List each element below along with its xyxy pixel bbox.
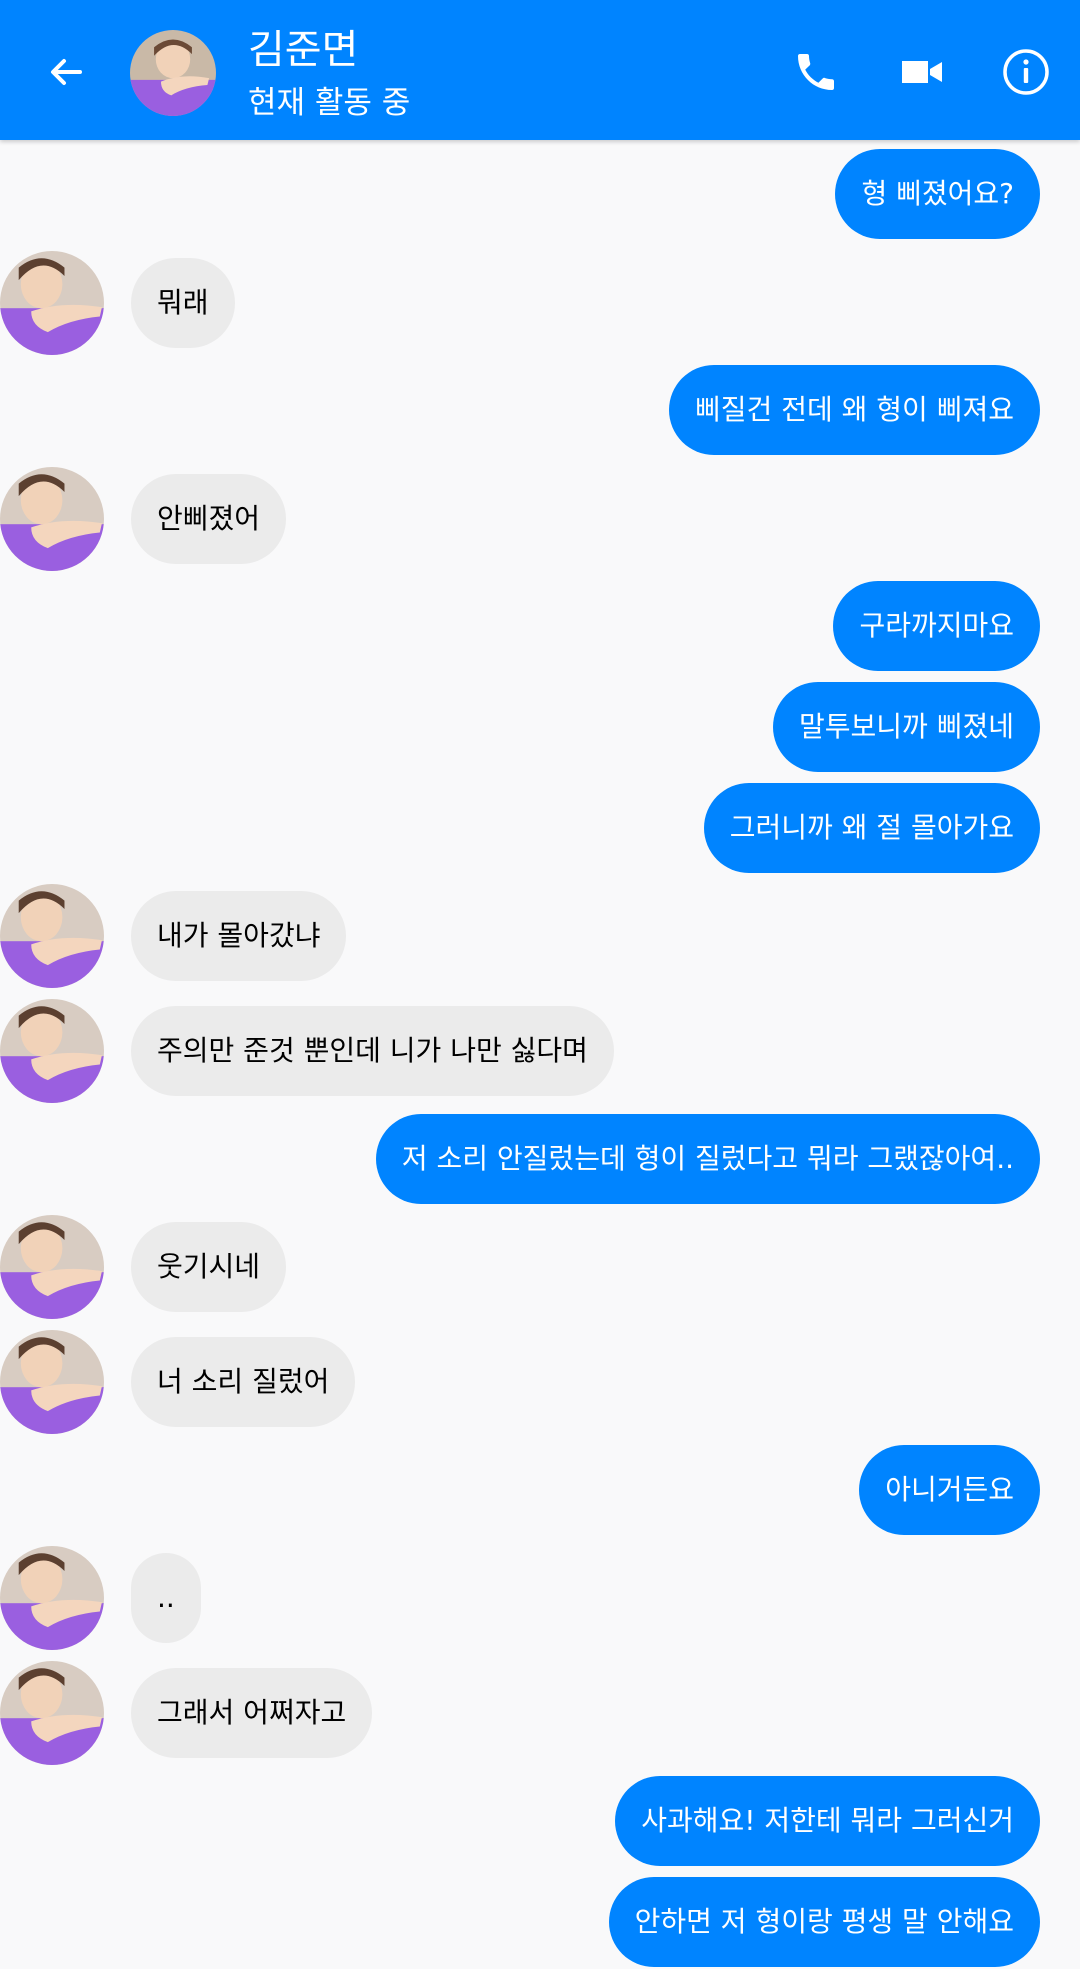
message-bubble-outgoing[interactable]: 저 소리 안질렀는데 형이 질렀다고 뭐라 그랬잖아여..: [375, 1114, 1040, 1204]
contact-avatar[interactable]: [0, 1330, 104, 1434]
message-bubble-outgoing[interactable]: 안하면 저 형이랑 평생 말 안해요: [608, 1877, 1040, 1967]
contact-avatar[interactable]: [0, 1215, 104, 1319]
message-bubble-outgoing[interactable]: 아니거든요: [859, 1445, 1040, 1535]
message-bubble-outgoing[interactable]: 그러니까 왜 절 몰아가요: [703, 783, 1040, 873]
contact-name: 김준면: [248, 27, 359, 73]
message-bubble-outgoing[interactable]: 삐질건 전데 왜 형이 삐져요: [669, 365, 1040, 455]
back-arrow-icon[interactable]: [38, 44, 94, 100]
active-status: 현재 활동 중: [248, 85, 411, 121]
message-bubble-incoming[interactable]: 뭐래: [131, 258, 235, 348]
message-bubble-outgoing[interactable]: 사과해요! 저한테 뭐라 그러신거: [615, 1776, 1040, 1866]
contact-avatar[interactable]: [0, 251, 104, 355]
chat-header: 김준면 현재 활동 중: [0, 0, 1080, 140]
message-bubble-incoming[interactable]: 웃기시네: [131, 1222, 287, 1312]
contact-avatar[interactable]: [0, 884, 104, 988]
contact-avatar[interactable]: [0, 999, 104, 1103]
message-bubble-outgoing[interactable]: 형 삐졌어요?: [835, 149, 1040, 239]
message-bubble-incoming[interactable]: 그래서 어쩌자고: [131, 1668, 373, 1758]
contact-avatar[interactable]: [0, 1546, 104, 1650]
message-bubble-incoming[interactable]: 내가 몰아갔냐: [131, 891, 347, 981]
contact-avatar[interactable]: [0, 467, 104, 571]
video-camera-icon[interactable]: [894, 44, 950, 100]
contact-avatar[interactable]: [0, 1661, 104, 1765]
message-bubble-outgoing[interactable]: 말투보니까 삐졌네: [773, 682, 1040, 772]
info-icon[interactable]: [998, 44, 1054, 100]
message-bubble-incoming[interactable]: 안삐졌어: [131, 474, 287, 564]
message-bubble-outgoing[interactable]: 구라까지마요: [833, 581, 1040, 671]
message-bubble-incoming[interactable]: ..: [131, 1553, 201, 1643]
phone-icon[interactable]: [788, 44, 844, 100]
contact-avatar[interactable]: [130, 30, 216, 116]
message-bubble-incoming[interactable]: 너 소리 질렀어: [131, 1337, 356, 1427]
message-bubble-incoming[interactable]: 주의만 준것 뿐인데 니가 나만 싫다며: [131, 1006, 614, 1096]
